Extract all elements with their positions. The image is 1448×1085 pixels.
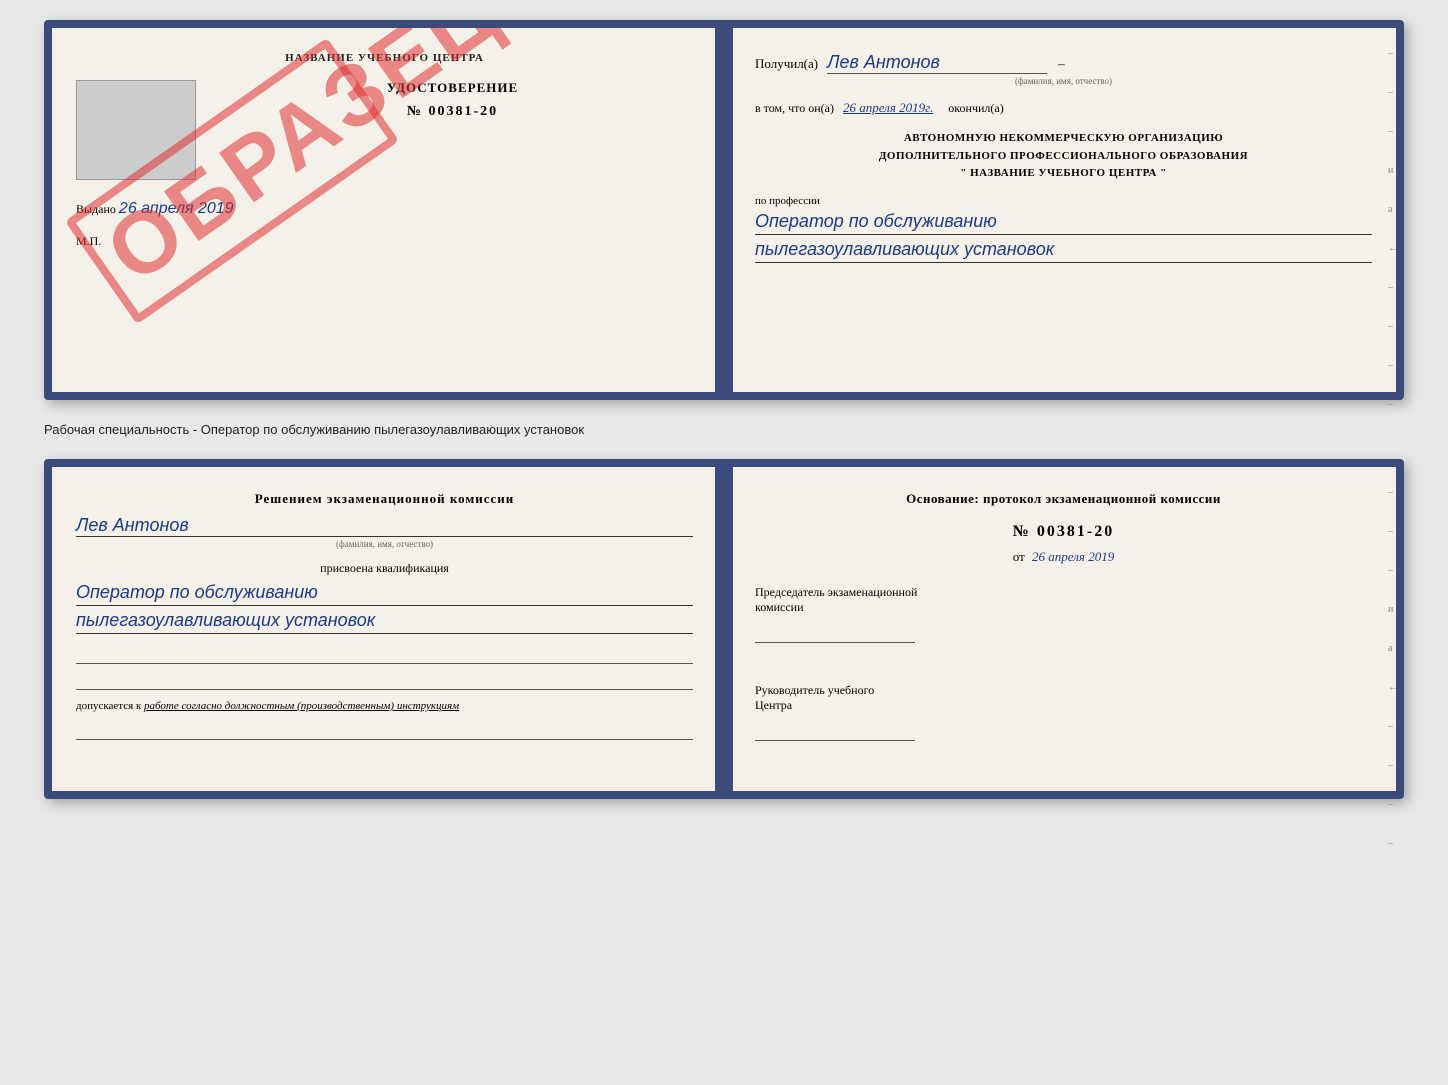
bmark-dash-2: – bbox=[1388, 526, 1398, 537]
bmark-arrow: ← bbox=[1388, 682, 1398, 693]
mark-a: а bbox=[1388, 204, 1398, 215]
right-side-marks-bottom: – – – и а ← – – – – bbox=[1388, 487, 1398, 849]
bmark-dash-1: – bbox=[1388, 487, 1398, 498]
document-wrapper: НАЗВАНИЕ УЧЕБНОГО ЦЕНТРА ОБРАЗЕЦ УДОСТОВ… bbox=[44, 20, 1404, 799]
mark-dash-6: – bbox=[1388, 360, 1398, 371]
allowed-row: допускается к работе согласно должностны… bbox=[76, 700, 693, 712]
date-prefix: в том, что он(а) bbox=[755, 101, 834, 115]
mark-dash-5: – bbox=[1388, 321, 1398, 332]
mark-i: и bbox=[1388, 165, 1398, 176]
signature-line-1 bbox=[76, 642, 693, 664]
org-line1: АВТОНОМНУЮ НЕКОММЕРЧЕСКУЮ ОРГАНИЗАЦИЮ bbox=[755, 130, 1372, 148]
bmark-dash-7: – bbox=[1388, 838, 1398, 849]
profession-label: по профессии bbox=[755, 195, 1372, 207]
received-name: Лев Антонов bbox=[827, 52, 1047, 74]
profession-line2: пылегазоулавливающих установок bbox=[755, 239, 1372, 263]
decision-label: Решением экзаменационной комиссии bbox=[76, 491, 693, 507]
allowed-signature-line bbox=[76, 720, 693, 740]
qualification-line1: Оператор по обслуживанию bbox=[76, 582, 693, 606]
cert-title: УДОСТОВЕРЕНИЕ bbox=[212, 80, 693, 96]
chairman-line1: Председатель экзаменационной bbox=[755, 585, 1372, 600]
mark-dash-3: – bbox=[1388, 126, 1398, 137]
director-signature-line bbox=[755, 721, 915, 741]
bottom-right-page: Основание: протокол экзаменационной коми… bbox=[725, 467, 1396, 791]
dash-after-name: – bbox=[1058, 56, 1065, 71]
bmark-a: а bbox=[1388, 643, 1398, 654]
cert-issued-row: Выдано 26 апреля 2019 bbox=[76, 200, 693, 218]
org-line2: ДОПОЛНИТЕЛЬНОГО ПРОФЕССИОНАЛЬНОГО ОБРАЗО… bbox=[755, 148, 1372, 166]
mark-dash-4: – bbox=[1388, 282, 1398, 293]
received-prefix: Получил(а) bbox=[755, 56, 818, 71]
book-spine-bottom bbox=[715, 467, 733, 791]
date-from-prefix: от bbox=[1013, 549, 1025, 564]
book-spine-top bbox=[715, 28, 733, 392]
protocol-number: № 00381-20 bbox=[755, 523, 1372, 541]
chairman-block: Председатель экзаменационной комиссии bbox=[755, 585, 1372, 643]
qualification-line2: пылегазоулавливающих установок bbox=[76, 610, 693, 634]
bmark-dash-3: – bbox=[1388, 565, 1398, 576]
profession-section: по профессии Оператор по обслуживанию пы… bbox=[755, 195, 1372, 263]
mark-arrow: ← bbox=[1388, 243, 1398, 254]
bottom-name-value: Лев Антонов bbox=[76, 515, 693, 537]
name-sublabel: (фамилия, имя, отчество) bbox=[755, 76, 1372, 86]
issued-date: 26 апреля 2019 bbox=[119, 200, 234, 217]
mp-label: М.П. bbox=[76, 234, 693, 249]
cert-number: № 00381-20 bbox=[212, 104, 693, 120]
bottom-name-sublabel: (фамилия, имя, отчество) bbox=[76, 539, 693, 549]
profession-line1: Оператор по обслуживанию bbox=[755, 211, 1372, 235]
separator-text: Рабочая специальность - Оператор по обсл… bbox=[44, 416, 1404, 443]
basis-label: Основание: протокол экзаменационной коми… bbox=[755, 491, 1372, 507]
allowed-text: работе согласно должностным (производств… bbox=[144, 700, 459, 712]
issued-label: Выдано bbox=[76, 202, 116, 216]
protocol-date: 26 апреля 2019 bbox=[1032, 549, 1114, 564]
director-line2: Центра bbox=[755, 698, 1372, 713]
chairman-line2: комиссии bbox=[755, 600, 1372, 615]
date-value: 26 апреля 2019г. bbox=[843, 100, 933, 115]
bmark-dash-5: – bbox=[1388, 760, 1398, 771]
top-left-page: НАЗВАНИЕ УЧЕБНОГО ЦЕНТРА ОБРАЗЕЦ УДОСТОВ… bbox=[52, 28, 725, 392]
stamp-area: УДОСТОВЕРЕНИЕ № 00381-20 bbox=[76, 80, 693, 180]
date-row: в том, что он(а) 26 апреля 2019г. окончи… bbox=[755, 100, 1372, 116]
protocol-date-row: от 26 апреля 2019 bbox=[755, 549, 1372, 565]
bottom-left-page: Решением экзаменационной комиссии Лев Ан… bbox=[52, 467, 725, 791]
finished-label: окончил(а) bbox=[948, 101, 1003, 115]
qualification-label: присвоена квалификация bbox=[76, 561, 693, 576]
org-block: АВТОНОМНУЮ НЕКОММЕРЧЕСКУЮ ОРГАНИЗАЦИЮ ДО… bbox=[755, 130, 1372, 183]
director-line1: Руководитель учебного bbox=[755, 683, 1372, 698]
mark-dash-7: – bbox=[1388, 399, 1398, 410]
received-row: Получил(а) Лев Антонов – (фамилия, имя, … bbox=[755, 52, 1372, 86]
director-block: Руководитель учебного Центра bbox=[755, 683, 1372, 741]
bmark-dash-6: – bbox=[1388, 799, 1398, 810]
right-side-marks-top: – – – и а ← – – – – bbox=[1388, 48, 1398, 410]
bottom-certificate-book: Решением экзаменационной комиссии Лев Ан… bbox=[44, 459, 1404, 799]
top-left-header: НАЗВАНИЕ УЧЕБНОГО ЦЕНТРА bbox=[76, 52, 693, 64]
chairman-signature-line bbox=[755, 623, 915, 643]
top-certificate-book: НАЗВАНИЕ УЧЕБНОГО ЦЕНТРА ОБРАЗЕЦ УДОСТОВ… bbox=[44, 20, 1404, 400]
mark-dash-2: – bbox=[1388, 87, 1398, 98]
stamp-placeholder bbox=[76, 80, 196, 180]
top-right-page: Получил(а) Лев Антонов – (фамилия, имя, … bbox=[725, 28, 1396, 392]
bmark-i: и bbox=[1388, 604, 1398, 615]
signature-line-2 bbox=[76, 668, 693, 690]
bmark-dash-4: – bbox=[1388, 721, 1398, 732]
mark-dash-1: – bbox=[1388, 48, 1398, 59]
cert-center-block: УДОСТОВЕРЕНИЕ № 00381-20 bbox=[212, 80, 693, 120]
allowed-prefix: допускается к bbox=[76, 700, 141, 712]
org-line3: " НАЗВАНИЕ УЧЕБНОГО ЦЕНТРА " bbox=[755, 165, 1372, 183]
